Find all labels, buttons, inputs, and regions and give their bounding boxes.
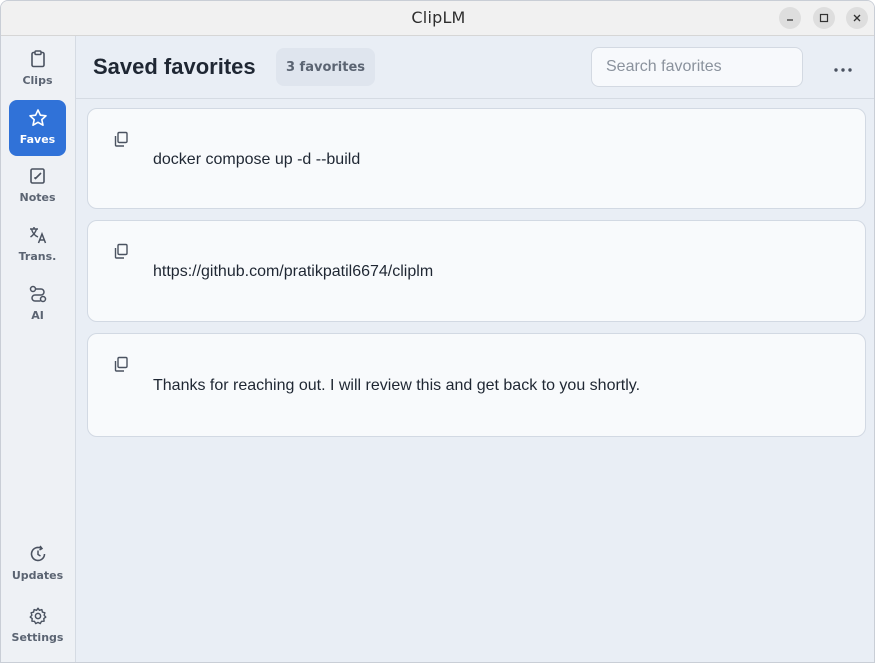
sidebar-item-label: Settings xyxy=(11,631,64,644)
sidebar-item-label: Notes xyxy=(19,191,56,204)
edit-note-icon xyxy=(27,165,49,187)
sidebar-item-label: Clips xyxy=(22,74,53,87)
favorite-text: https://github.com/pratikpatil6674/clipl… xyxy=(153,263,434,280)
minimize-button[interactable] xyxy=(779,7,801,29)
favorite-text: docker compose up -d --build xyxy=(153,151,361,168)
page-header: Saved favorites 3 favorites xyxy=(76,36,874,99)
sidebar-item-updates[interactable]: Updates xyxy=(9,536,66,592)
title-bar: ClipLM xyxy=(1,1,874,36)
translate-icon xyxy=(27,224,49,246)
sidebar-item-faves[interactable]: Faves xyxy=(9,100,66,156)
app-window: ClipLM Clips Faves Notes Trans. AI Updat… xyxy=(0,0,875,663)
favorite-card[interactable]: docker compose up -d --build xyxy=(87,108,866,209)
copy-button[interactable] xyxy=(112,130,130,148)
sidebar-item-label: Faves xyxy=(19,133,56,146)
favorite-text: Thanks for reaching out. I will review t… xyxy=(153,377,641,394)
clipboard-icon xyxy=(27,48,49,70)
sidebar-item-notes[interactable]: Notes xyxy=(9,158,66,214)
favorites-count-badge: 3 favorites xyxy=(276,48,375,86)
close-button[interactable] xyxy=(846,7,868,29)
more-horizontal-icon xyxy=(834,68,852,72)
ai-route-icon xyxy=(27,283,49,305)
update-icon xyxy=(27,543,49,565)
sidebar-item-ai[interactable]: AI xyxy=(9,276,66,332)
window-title: ClipLM xyxy=(411,8,466,27)
copy-button[interactable] xyxy=(112,242,130,260)
gear-icon xyxy=(27,605,49,627)
star-icon xyxy=(27,107,49,129)
copy-icon xyxy=(114,356,128,372)
minimize-icon xyxy=(787,19,793,21)
maximize-button[interactable] xyxy=(813,7,835,29)
copy-icon xyxy=(114,243,128,259)
sidebar: Clips Faves Notes Trans. AI Updates Sett… xyxy=(1,36,76,662)
close-icon xyxy=(853,14,861,22)
copy-button[interactable] xyxy=(112,355,130,373)
sidebar-item-clips[interactable]: Clips xyxy=(9,41,66,97)
favorite-card[interactable]: Thanks for reaching out. I will review t… xyxy=(87,333,866,437)
copy-icon xyxy=(114,131,128,147)
sidebar-item-label: Trans. xyxy=(18,250,57,263)
sidebar-item-label: AI xyxy=(31,309,44,322)
search-input[interactable] xyxy=(591,47,803,87)
page-title: Saved favorites xyxy=(93,54,256,79)
sidebar-item-translate[interactable]: Trans. xyxy=(9,217,66,273)
sidebar-item-label: Updates xyxy=(11,569,64,582)
more-options-button[interactable] xyxy=(831,62,855,78)
favorite-card[interactable]: https://github.com/pratikpatil6674/clipl… xyxy=(87,220,866,322)
sidebar-item-settings[interactable]: Settings xyxy=(9,598,66,654)
maximize-icon xyxy=(819,13,829,23)
